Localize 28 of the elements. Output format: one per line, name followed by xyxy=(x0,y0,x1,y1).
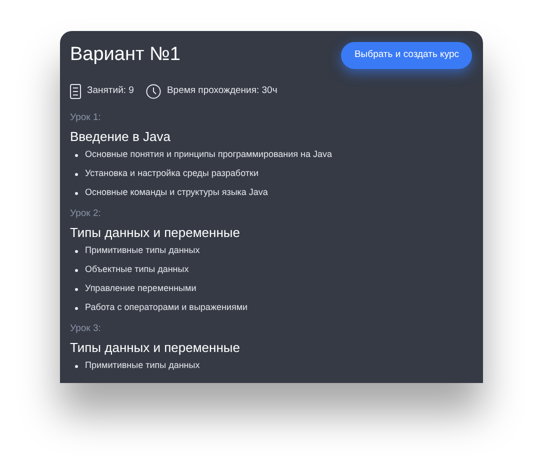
lesson-label: Урок 1: xyxy=(70,110,102,124)
lesson-title: Типы данных и переменные xyxy=(70,224,241,240)
bullet-icon xyxy=(75,306,78,310)
topic-text: Основные команды и структуры языка Java xyxy=(85,186,268,200)
topic-text: Примитивные типы данных xyxy=(85,244,200,258)
meta-text: Занятий: 9 xyxy=(87,84,134,98)
lesson-title: Типы данных и переменные xyxy=(70,340,241,356)
list-icon xyxy=(70,84,81,98)
topic-text: Примитивные типы данных xyxy=(85,359,200,372)
topic-text: Основные понятия и принципы программирования на Java xyxy=(85,148,332,162)
bullet-icon xyxy=(75,364,78,368)
bullet-icon xyxy=(75,288,78,290)
topic-text: Управление переменными xyxy=(85,282,196,296)
lesson-label: Урок 3: xyxy=(70,322,102,336)
topic-text: Работа с операторами и выражениями xyxy=(85,301,248,314)
bullet-icon xyxy=(75,192,78,194)
lesson-title: Введение в Java xyxy=(70,128,172,144)
bullet-icon xyxy=(75,154,78,156)
lesson-label: Урок 2: xyxy=(70,206,102,220)
meta-text: Время прохождения: 30ч xyxy=(166,84,278,98)
bullet-icon xyxy=(75,172,78,176)
topic-text: Объектные типы данных xyxy=(85,263,189,276)
bullet-icon xyxy=(75,250,78,252)
select-course-button[interactable]: Выбрать и создать курс xyxy=(341,42,472,69)
card-title: Вариант №1 xyxy=(70,43,180,67)
bullet-icon xyxy=(75,268,78,272)
topic-text: Установка и настройка среды разработки xyxy=(85,167,258,180)
clock-icon xyxy=(146,84,161,98)
